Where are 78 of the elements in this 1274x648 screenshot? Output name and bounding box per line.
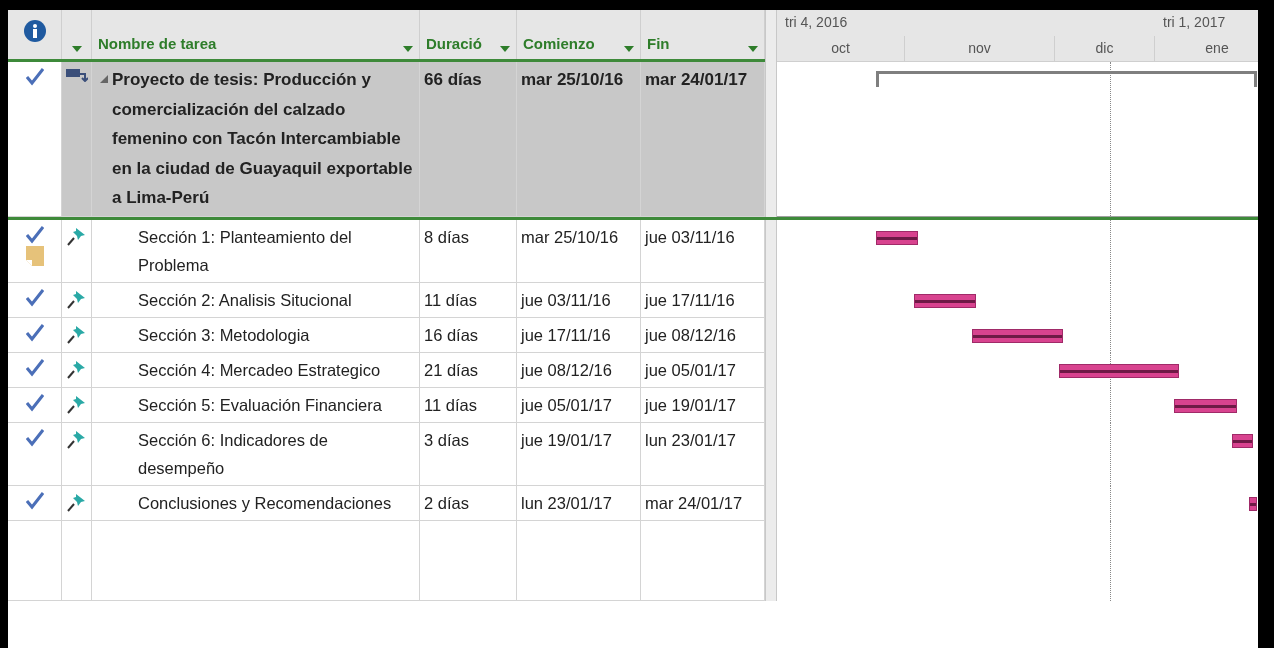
finish-cell: mar 24/01/17 (641, 62, 765, 217)
pushpin-icon (66, 428, 87, 449)
month-label: nov (905, 35, 1055, 61)
pushpin-icon (66, 288, 87, 309)
month-label: ene (1155, 35, 1258, 61)
checkmark-icon (25, 393, 44, 412)
month-label: oct (777, 35, 905, 61)
column-title[interactable]: Fin (647, 35, 670, 52)
checkmark-icon (25, 323, 44, 342)
start-cell: jue 19/01/17 (517, 422, 641, 486)
caret-icon[interactable] (71, 46, 82, 52)
duration-cell: 3 días (420, 422, 517, 486)
finish-cell: jue 19/01/17 (641, 387, 765, 423)
pushpin-icon (66, 323, 87, 344)
finish-cell: jue 03/11/16 (641, 219, 765, 283)
task-row[interactable]: Conclusiones y Recomendaciones 2 días lun 23/01/17 mar 24/01/17 (8, 485, 1258, 521)
duration-cell: 66 días (420, 62, 517, 217)
task-row[interactable]: Sección 6: Indicadores de desempeño 3 días jue 19/01/17 lun 23/01/17 (8, 422, 1258, 486)
finish-cell: jue 08/12/16 (641, 317, 765, 353)
caret-icon[interactable] (748, 46, 758, 52)
task-bar (876, 230, 918, 245)
checkmark-icon (25, 288, 44, 307)
checkmark-icon (25, 358, 44, 377)
note-icon (25, 245, 44, 266)
start-cell: jue 05/01/17 (517, 387, 641, 423)
start-cell: lun 23/01/17 (517, 485, 641, 521)
pushpin-icon (66, 491, 87, 512)
start-cell: mar 25/10/16 (517, 62, 641, 217)
start-cell: jue 08/12/16 (517, 352, 641, 388)
checkmark-icon (25, 491, 44, 510)
task-row[interactable]: Sección 4: Mercadeo Estrategico 21 días jue 08/12/16 jue 05/01/17 (8, 352, 1258, 388)
task-bar (1248, 496, 1258, 511)
quarter-label: tri 1, 2017 (1162, 13, 1227, 32)
month-label: dic (1055, 35, 1155, 61)
column-title[interactable]: Comienzo (523, 35, 595, 52)
duration-cell: 11 días (420, 282, 517, 318)
start-cell: jue 03/11/16 (517, 282, 641, 318)
finish-cell: lun 23/01/17 (641, 422, 765, 486)
duration-cell: 11 días (420, 387, 517, 423)
task-row[interactable]: Sección 2: Analisis Situcional 11 días jue 03/11/16 jue 17/11/16 (8, 282, 1258, 318)
checkmark-icon (25, 225, 44, 244)
duration-cell: 8 días (420, 219, 517, 283)
duration-cell: 2 días (420, 485, 517, 521)
collapse-icon[interactable] (100, 75, 108, 83)
pushpin-icon (66, 393, 87, 414)
task-bar (1232, 433, 1254, 448)
task-row[interactable]: Sección 3: Metodologia 16 días jue 17/11/16 jue 08/12/16 (8, 317, 1258, 353)
caret-icon[interactable] (500, 46, 510, 52)
task-name: Sección 5: Evaluación Financiera (138, 394, 382, 416)
auto-schedule-icon (65, 68, 88, 82)
task-row[interactable]: Sección 1: Planteamiento del Problema 8 días mar 25/10/16 jue 03/11/16 (8, 219, 1258, 283)
quarter-label: tri 4, 2016 (784, 13, 849, 32)
task-name: Proyecto de tesis: Producción y comercialización del calzado femenino con Tacón Intercambiable en la ciudad de Guayaquil exportable a Lima-Perú (112, 69, 414, 209)
task-name: Sección 3: Metodologia (138, 324, 310, 346)
finish-cell: jue 05/01/17 (641, 352, 765, 388)
task-name: Sección 6: Indicadores de desempeño (138, 429, 329, 479)
pushpin-icon (66, 225, 87, 246)
task-bar (913, 293, 976, 308)
duration-cell: 16 días (420, 317, 517, 353)
task-name: Conclusiones y Recomendaciones (138, 492, 392, 514)
duration-cell: 21 días (420, 352, 517, 388)
task-name: Sección 1: Planteamiento del Problema (138, 226, 353, 276)
task-bar (1174, 398, 1237, 413)
checkmark-icon (25, 428, 44, 447)
column-title[interactable]: Duració (426, 35, 482, 52)
start-cell: jue 17/11/16 (517, 317, 641, 353)
column-title[interactable]: Nombre de tarea (98, 35, 217, 52)
caret-icon[interactable] (403, 46, 413, 52)
finish-cell: mar 24/01/17 (641, 485, 765, 521)
finish-cell: jue 17/11/16 (641, 282, 765, 318)
task-name: Sección 4: Mercadeo Estrategico (138, 359, 381, 381)
task-row[interactable]: Sección 5: Evaluación Financiera 11 días jue 05/01/17 jue 19/01/17 (8, 387, 1258, 423)
checkmark-icon (25, 68, 44, 86)
info-icon (23, 20, 46, 42)
caret-icon[interactable] (624, 46, 634, 52)
start-cell: mar 25/10/16 (517, 219, 641, 283)
pushpin-icon (66, 358, 87, 379)
task-name: Sección 2: Analisis Situcional (138, 289, 352, 311)
